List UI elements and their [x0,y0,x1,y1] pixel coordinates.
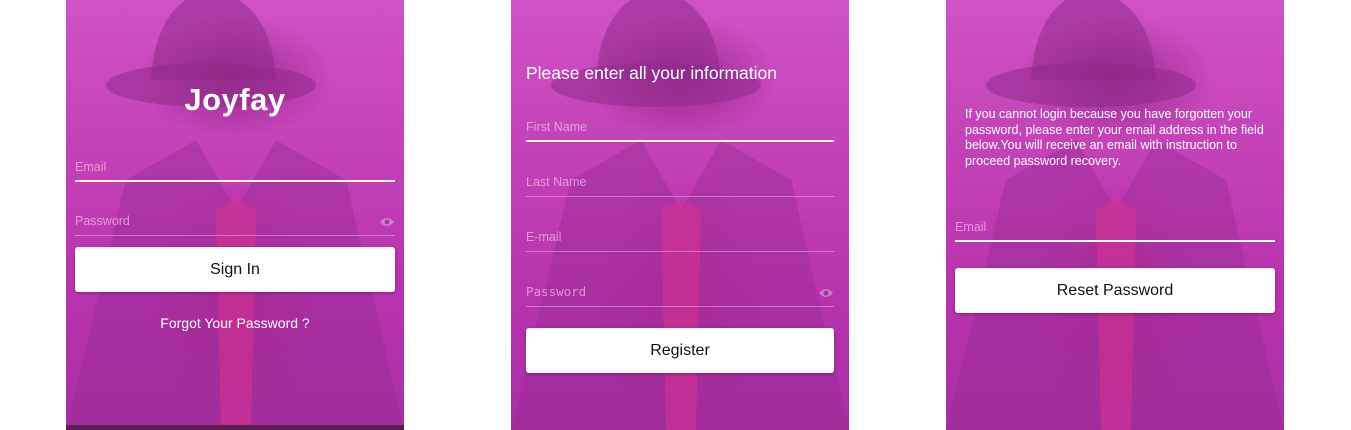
reset-instructions: If you cannot login because you have for… [965,107,1264,168]
nav-bar-strip [66,425,404,430]
password-placeholder: Password [75,214,130,228]
email-field[interactable]: Email [955,206,1275,242]
email-underline [526,251,834,252]
password-placeholder: Password [526,284,587,299]
last-name-placeholder: Last Name [526,175,587,189]
reset-password-button[interactable]: Reset Password [955,268,1275,313]
password-field[interactable]: Password [526,271,834,307]
first-name-underline [526,140,834,142]
email-underline [955,240,1275,242]
password-field[interactable]: Password [75,200,395,236]
reset-password-screen: If you cannot login because you have for… [946,0,1284,430]
sign-in-button[interactable]: Sign In [75,247,395,292]
register-heading: Please enter all your information [526,63,777,83]
app-title: Joyfay [184,82,286,117]
first-name-field[interactable]: First Name [526,106,834,142]
login-screen: Joyfay Email Password Sign In Forgot You… [66,0,404,430]
last-name-underline [526,196,834,197]
email-field[interactable]: E-mail [526,216,834,252]
email-placeholder: E-mail [526,230,562,244]
password-underline [75,235,395,236]
eye-icon[interactable] [379,216,395,228]
password-underline [526,306,834,307]
first-name-placeholder: First Name [526,120,588,134]
email-placeholder: Email [955,220,987,234]
background-hat-shape [551,0,761,107]
email-field[interactable]: Email [75,146,395,182]
eye-icon[interactable] [818,287,834,299]
background-hat-shape [986,0,1196,107]
email-placeholder: Email [75,160,107,174]
register-screen: Please enter all your information First … [511,0,849,430]
last-name-field[interactable]: Last Name [526,161,834,197]
register-button[interactable]: Register [526,328,834,373]
forgot-password-link[interactable]: Forgot Your Password ? [66,315,404,331]
email-underline [75,180,395,182]
